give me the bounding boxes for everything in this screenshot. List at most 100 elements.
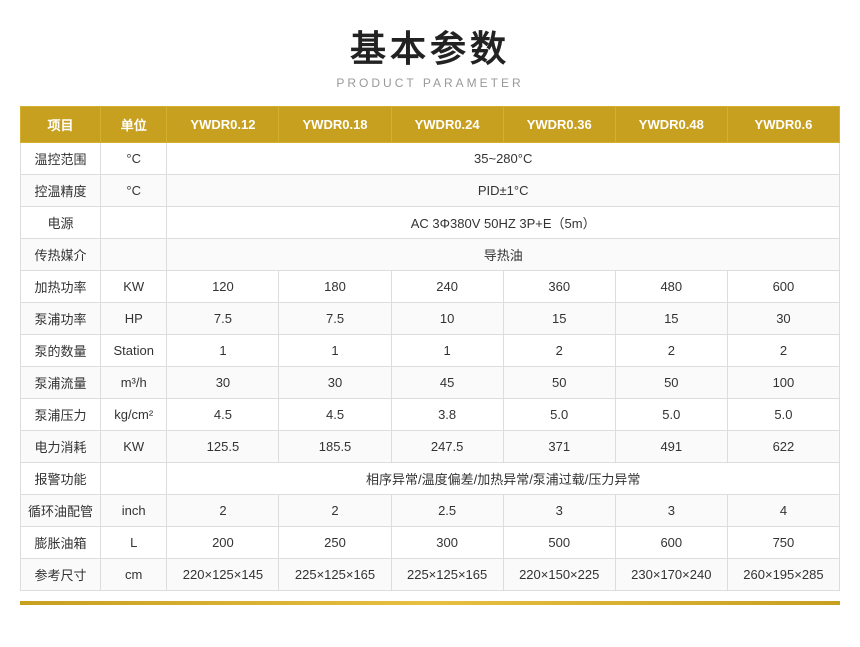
cell-data-11-3: 3 [503,495,615,527]
cell-data-7-1: 30 [279,367,391,399]
cell-data-8-4: 5.0 [615,399,727,431]
cell-unit-5: HP [101,303,167,335]
cell-unit-13: cm [101,559,167,591]
cell-data-8-1: 4.5 [279,399,391,431]
main-title: 基本参数 [350,20,510,72]
table-row: 膨胀油箱L200250300500600750 [21,527,840,559]
cell-data-9-0: 125.5 [167,431,279,463]
cell-data-4-0: 120 [167,271,279,303]
table-row: 电力消耗KW125.5185.5247.5371491622 [21,431,840,463]
cell-data-6-2: 1 [391,335,503,367]
bottom-bar [20,601,840,605]
cell-unit-0: °C [101,143,167,175]
cell-data-6-3: 2 [503,335,615,367]
cell-data-11-0: 2 [167,495,279,527]
cell-item-2: 电源 [21,207,101,239]
table-row: 循环油配管inch222.5334 [21,495,840,527]
cell-item-11: 循环油配管 [21,495,101,527]
cell-data-6-0: 1 [167,335,279,367]
cell-data-5-0: 7.5 [167,303,279,335]
sub-title: PRODUCT PARAMETER [336,76,523,90]
table-row: 电源AC 3Φ380V 50HZ 3P+E（5m） [21,207,840,239]
cell-item-7: 泵浦流量 [21,367,101,399]
cell-data-7-2: 45 [391,367,503,399]
cell-data-5-3: 15 [503,303,615,335]
cell-data-4-1: 180 [279,271,391,303]
param-table: 项目单位YWDR0.12YWDR0.18YWDR0.24YWDR0.36YWDR… [20,106,840,591]
cell-item-0: 温控范围 [21,143,101,175]
cell-data-13-4: 230×170×240 [615,559,727,591]
cell-data-11-2: 2.5 [391,495,503,527]
cell-unit-6: Station [101,335,167,367]
table-row: 温控范围°C35~280°C [21,143,840,175]
table-row: 参考尺寸cm220×125×145225×125×165225×125×1652… [21,559,840,591]
table-row: 传热媒介 导热油 [21,239,840,271]
cell-merged-1: PID±1°C [167,175,840,207]
cell-unit-4: KW [101,271,167,303]
cell-unit-2 [101,207,167,239]
cell-unit-1: °C [101,175,167,207]
cell-data-12-1: 250 [279,527,391,559]
cell-item-10: 报警功能 [21,463,101,495]
cell-unit-9: KW [101,431,167,463]
cell-data-8-3: 5.0 [503,399,615,431]
table-row: 泵浦功率HP7.57.510151530 [21,303,840,335]
table-row: 加热功率KW120180240360480600 [21,271,840,303]
col-header-6: YWDR0.48 [615,107,727,143]
cell-data-9-5: 622 [727,431,839,463]
cell-data-4-2: 240 [391,271,503,303]
table-row: 泵的数量Station111222 [21,335,840,367]
cell-unit-3 [101,239,167,271]
cell-data-11-1: 2 [279,495,391,527]
cell-data-7-3: 50 [503,367,615,399]
cell-data-12-4: 600 [615,527,727,559]
cell-data-11-5: 4 [727,495,839,527]
cell-data-13-0: 220×125×145 [167,559,279,591]
cell-data-7-5: 100 [727,367,839,399]
cell-item-6: 泵的数量 [21,335,101,367]
cell-data-13-1: 225×125×165 [279,559,391,591]
cell-merged-3: 导热油 [167,239,840,271]
table-row: 控温精度°CPID±1°C [21,175,840,207]
cell-data-4-4: 480 [615,271,727,303]
cell-data-13-2: 225×125×165 [391,559,503,591]
cell-unit-12: L [101,527,167,559]
cell-data-13-5: 260×195×285 [727,559,839,591]
cell-data-12-0: 200 [167,527,279,559]
cell-unit-8: kg/cm² [101,399,167,431]
cell-unit-11: inch [101,495,167,527]
col-header-7: YWDR0.6 [727,107,839,143]
cell-item-1: 控温精度 [21,175,101,207]
cell-data-9-4: 491 [615,431,727,463]
cell-data-4-5: 600 [727,271,839,303]
cell-data-5-5: 30 [727,303,839,335]
cell-unit-7: m³/h [101,367,167,399]
cell-item-13: 参考尺寸 [21,559,101,591]
cell-item-3: 传热媒介 [21,239,101,271]
table-row: 报警功能 相序异常/温度偏差/加热异常/泵浦过载/压力异常 [21,463,840,495]
cell-data-4-3: 360 [503,271,615,303]
cell-data-5-1: 7.5 [279,303,391,335]
col-header-0: 项目 [21,107,101,143]
cell-data-9-2: 247.5 [391,431,503,463]
table-row: 泵浦压力kg/cm²4.54.53.85.05.05.0 [21,399,840,431]
cell-data-12-3: 500 [503,527,615,559]
cell-data-9-3: 371 [503,431,615,463]
cell-data-8-5: 5.0 [727,399,839,431]
cell-data-8-2: 3.8 [391,399,503,431]
cell-item-5: 泵浦功率 [21,303,101,335]
cell-data-6-5: 2 [727,335,839,367]
cell-data-5-4: 15 [615,303,727,335]
cell-item-12: 膨胀油箱 [21,527,101,559]
col-header-1: 单位 [101,107,167,143]
cell-data-5-2: 10 [391,303,503,335]
cell-data-6-4: 2 [615,335,727,367]
cell-data-8-0: 4.5 [167,399,279,431]
cell-merged-10: 相序异常/温度偏差/加热异常/泵浦过载/压力异常 [167,463,840,495]
cell-data-7-0: 30 [167,367,279,399]
cell-item-4: 加热功率 [21,271,101,303]
cell-data-13-3: 220×150×225 [503,559,615,591]
cell-merged-0: 35~280°C [167,143,840,175]
cell-data-12-5: 750 [727,527,839,559]
table-row: 泵浦流量m³/h3030455050100 [21,367,840,399]
